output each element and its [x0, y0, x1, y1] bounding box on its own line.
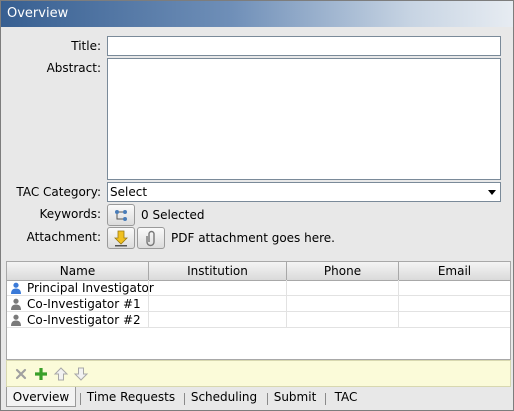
cell-name — [7, 296, 149, 312]
keywords-tree-icon — [115, 210, 127, 221]
cell-institution[interactable] — [149, 296, 287, 312]
tab-scheduling[interactable]: Scheduling — [187, 387, 261, 407]
cell-institution[interactable] — [149, 312, 287, 328]
add-icon[interactable] — [33, 366, 49, 382]
move-up-icon[interactable] — [53, 366, 69, 382]
cell-email[interactable] — [399, 280, 510, 296]
table-row[interactable]: Co-Investigator #1 — [7, 296, 510, 312]
title-input[interactable] — [107, 36, 501, 56]
investigators-table: Name Institution Phone Email Principal I… — [6, 261, 511, 360]
tab-separator — [325, 393, 326, 405]
column-header-email[interactable]: Email — [399, 262, 510, 280]
cell-name — [7, 280, 149, 296]
keywords-button[interactable] — [107, 204, 135, 226]
cell-phone[interactable] — [287, 312, 399, 328]
paperclip-icon — [146, 230, 155, 247]
download-icon — [114, 230, 128, 247]
cell-phone[interactable] — [287, 280, 399, 296]
move-down-icon[interactable] — [73, 366, 89, 382]
cell-phone[interactable] — [287, 296, 399, 312]
title-label: Title: — [71, 39, 101, 53]
tac-category-label: TAC Category: — [16, 185, 101, 199]
tac-category-value: Select — [110, 185, 148, 199]
attachment-status: PDF attachment goes here. — [171, 231, 335, 245]
tab-time-requests[interactable]: Time Requests — [83, 387, 179, 407]
tab-separator — [267, 393, 268, 405]
keywords-count: 0 Selected — [141, 208, 205, 222]
keywords-label: Keywords: — [39, 207, 101, 221]
tab-separator — [184, 393, 185, 405]
bottom-tab-bar: Overview Time Requests Scheduling Submit… — [1, 387, 513, 410]
attach-file-button[interactable] — [137, 227, 165, 249]
tab-overview[interactable]: Overview — [6, 387, 76, 407]
tab-separator — [80, 393, 81, 405]
table-row[interactable]: Principal Investigator — [7, 280, 510, 296]
tac-category-select[interactable]: Select — [107, 182, 501, 202]
abstract-textarea[interactable] — [107, 58, 501, 180]
column-header-institution[interactable]: Institution — [149, 262, 287, 280]
abstract-label: Abstract: — [46, 61, 101, 75]
download-attachment-button[interactable] — [107, 227, 135, 249]
cell-email[interactable] — [399, 312, 510, 328]
column-header-phone[interactable]: Phone — [287, 262, 399, 280]
table-row[interactable]: Co-Investigator #2 — [7, 312, 510, 328]
table-toolbar — [6, 360, 511, 387]
attachment-label: Attachment: — [26, 230, 101, 244]
window-title: Overview — [1, 1, 513, 27]
cell-name — [7, 312, 149, 328]
tab-submit[interactable]: Submit — [269, 387, 321, 407]
cell-email[interactable] — [399, 296, 510, 312]
overview-window: Overview Title: Abstract: TAC Category: … — [0, 0, 514, 411]
tab-tac[interactable]: TAC — [327, 387, 365, 407]
cell-institution[interactable] — [149, 280, 287, 296]
remove-icon[interactable] — [13, 366, 29, 382]
table-header: Name Institution Phone Email — [7, 262, 510, 281]
column-header-name[interactable]: Name — [7, 262, 149, 280]
dropdown-arrow-icon — [488, 190, 496, 195]
